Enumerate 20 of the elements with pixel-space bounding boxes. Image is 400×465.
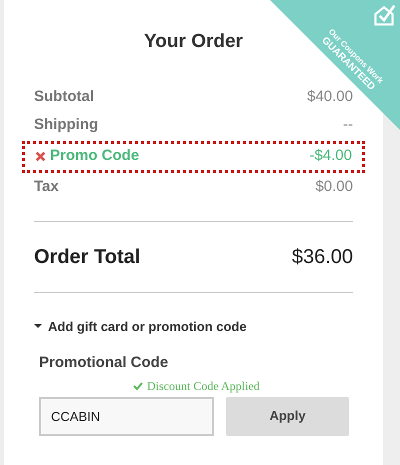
status-message: Discount Code Applied: [147, 378, 260, 394]
promo-toggle[interactable]: Add gift card or promotion code: [34, 316, 247, 336]
promo-code-label: Promotional Code: [39, 353, 170, 373]
row-value: --: [343, 115, 353, 136]
house-check-icon: [372, 3, 396, 27]
row-value: $0.00: [315, 177, 353, 198]
total-value: $36.00: [292, 244, 353, 270]
total-label: Order Total: [34, 244, 140, 270]
row-value: -$4.00: [309, 146, 352, 166]
caret-icon: [34, 323, 42, 330]
row-label: Subtotal: [34, 87, 94, 108]
row-label: Shipping: [34, 115, 98, 136]
check-icon: [133, 382, 143, 390]
promo-code-field[interactable]: CCABIN: [39, 396, 214, 436]
row-label: Tax: [34, 177, 59, 198]
apply-button[interactable]: Apply: [226, 396, 349, 436]
row-label: Promo Code: [50, 146, 140, 166]
row-value: $40.00: [307, 88, 353, 108]
order-title: Your Order: [144, 30, 243, 54]
remove-icon[interactable]: [35, 151, 46, 162]
